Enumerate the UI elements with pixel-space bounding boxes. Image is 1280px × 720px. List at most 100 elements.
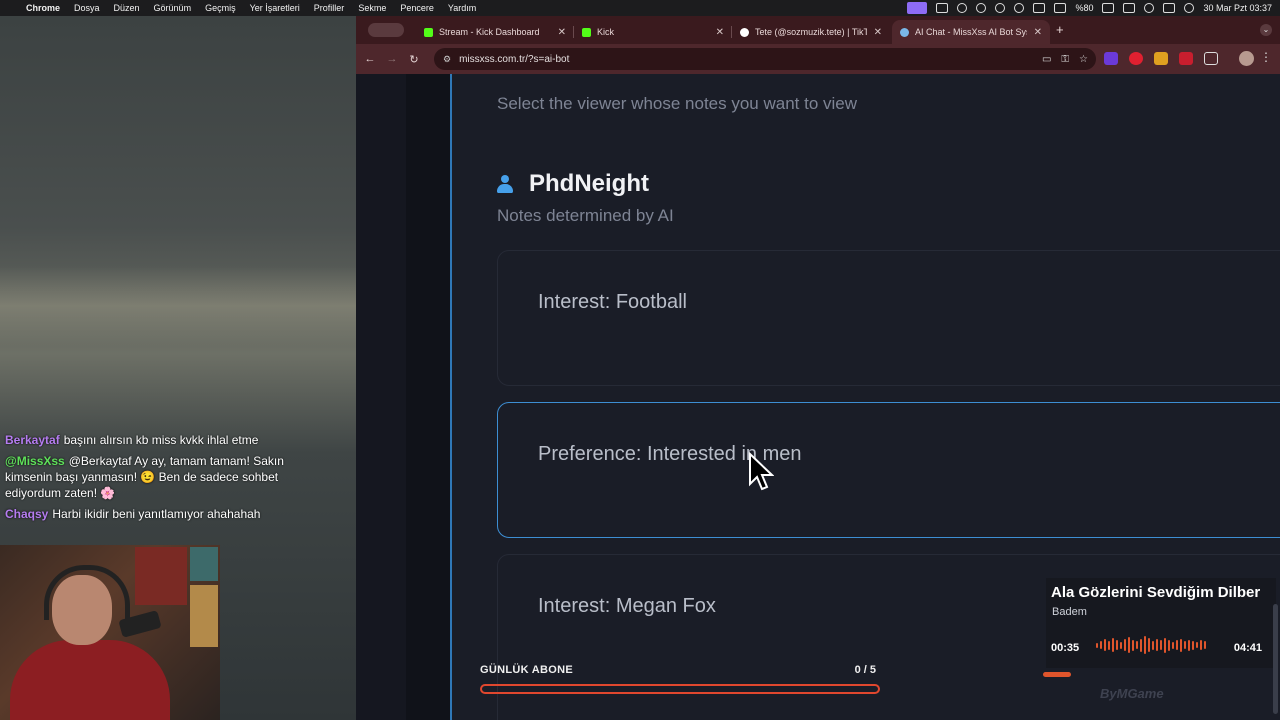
bluetooth-icon[interactable]: [1054, 3, 1067, 13]
menu-item-gecmis[interactable]: Geçmiş: [205, 3, 236, 13]
macos-menu-bar: Chrome Dosya Düzen Görünüm Geçmiş Yer İş…: [0, 0, 1280, 16]
password-key-icon[interactable]: ⚿: [1061, 54, 1069, 65]
mouse-cursor-icon: [749, 452, 774, 491]
profile-avatar[interactable]: [1239, 51, 1254, 66]
waveform-bar: [1176, 640, 1178, 650]
menu-item-sekme[interactable]: Sekme: [358, 3, 386, 13]
kick-favicon-icon: [582, 27, 591, 37]
more-menu-icon[interactable]: ⋮: [1260, 50, 1272, 64]
bookmark-star-icon[interactable]: ☆: [1079, 54, 1088, 65]
menubar-clock[interactable]: 30 Mar Pzt 03:37: [1203, 3, 1272, 13]
wall-poster: [135, 547, 187, 605]
note-text: Interest: Megan Fox: [538, 595, 716, 617]
forward-icon[interactable]: →: [384, 53, 400, 65]
siri-icon[interactable]: [1184, 3, 1195, 13]
waveform-bar: [1196, 642, 1198, 648]
battery-percent: %80: [1075, 3, 1094, 13]
waveform-bar: [1136, 641, 1138, 649]
waveform-bar: [1108, 640, 1110, 650]
menu-item-gorunum[interactable]: Görünüm: [154, 3, 192, 13]
tab-kick-dashboard[interactable]: Stream - Kick Dashboard ✕: [416, 20, 574, 44]
daily-sub-goal: GÜNLÜK ABONE 0 / 5: [480, 664, 880, 694]
spotlight-icon[interactable]: [1144, 3, 1155, 13]
headset: [44, 565, 130, 620]
waveform-bar: [1188, 639, 1190, 651]
page-scrollbar[interactable]: [1273, 604, 1278, 714]
song-progress-bar: [1043, 672, 1071, 677]
menu-item-yer-isaretleri[interactable]: Yer İşaretleri: [250, 3, 300, 13]
tab-tiktok[interactable]: Tete (@sozmuzik.tete) | TikTo ✕: [732, 20, 890, 44]
tab-strip: Stream - Kick Dashboard ✕ Kick ✕ Tete (@…: [356, 16, 1280, 44]
reload-icon[interactable]: ↻: [406, 53, 422, 66]
user-icon: [497, 175, 513, 193]
close-icon[interactable]: ✕: [1034, 27, 1042, 38]
menu-item-yardim[interactable]: Yardım: [448, 3, 476, 13]
control-center-icon[interactable]: [1163, 3, 1176, 13]
waveform-bar: [1100, 641, 1102, 649]
site-favicon-icon: [900, 27, 909, 37]
site-info-icon[interactable]: ⚙: [443, 54, 451, 65]
chat-username: Berkaytaf: [5, 433, 60, 447]
install-app-icon[interactable]: ▭: [1042, 54, 1051, 65]
new-tab-icon[interactable]: +: [1056, 22, 1064, 37]
waveform-bar: [1184, 641, 1186, 649]
volume-icon[interactable]: [1033, 3, 1046, 13]
back-icon[interactable]: ←: [362, 53, 378, 65]
wifi-icon[interactable]: [1123, 3, 1136, 13]
close-icon[interactable]: ✕: [558, 27, 566, 38]
extension-lips-icon[interactable]: [1179, 52, 1193, 65]
address-bar[interactable]: ⚙ missxss.com.tr/?s=ai-bot ▭ ⚿ ☆: [434, 48, 1096, 70]
chat-message: Berkaytaf başını alırsın kb miss kvkk ihl…: [5, 432, 285, 448]
record-icon[interactable]: [976, 3, 987, 13]
extensions-puzzle-icon[interactable]: [1204, 52, 1218, 65]
waveform-bar: [1160, 640, 1162, 650]
waveform-bar: [1104, 639, 1106, 651]
now-playing-widget: Ala Gözlerini Sevdiğim Dilber Badem 00:3…: [1046, 578, 1276, 668]
close-icon[interactable]: ✕: [874, 27, 882, 38]
tab-group-chip[interactable]: [368, 23, 404, 37]
note-card[interactable]: Interest: Football: [497, 250, 1280, 386]
close-icon[interactable]: ✕: [716, 27, 724, 38]
waveform-bar: [1148, 638, 1150, 652]
note-card-selected[interactable]: Preference: Interested in men: [497, 402, 1280, 538]
browser-toolbar: ← → ↻ ⚙ missxss.com.tr/?s=ai-bot ▭ ⚿ ☆ ⋮: [356, 44, 1280, 74]
tab-label: AI Chat - MissXss AI Bot Syst: [915, 27, 1027, 37]
status-icon-b[interactable]: [957, 3, 968, 13]
stream-chat-overlay: Berkaytaf başını alırsın kb miss kvkk ihl…: [5, 432, 285, 527]
menu-item-dosya[interactable]: Dosya: [74, 3, 100, 13]
song-artist: Badem: [1052, 606, 1087, 618]
song-title: Ala Gözlerini Sevdiğim Dilber: [1051, 584, 1261, 601]
kick-favicon-icon: [424, 27, 433, 37]
menu-item-profiller[interactable]: Profiller: [314, 3, 345, 13]
waveform-bar: [1128, 637, 1130, 653]
menu-item-pencere[interactable]: Pencere: [400, 3, 434, 13]
tab-ai-chat[interactable]: AI Chat - MissXss AI Bot Syst ✕: [892, 20, 1050, 44]
watermark-logo: ByMGame: [1100, 686, 1164, 701]
chat-username: @MissXss: [5, 454, 65, 468]
menu-app-name[interactable]: Chrome: [26, 3, 60, 13]
extension-twitch-icon[interactable]: [1104, 52, 1118, 65]
audio-waveform: [1096, 634, 1216, 656]
status-icon-a[interactable]: [936, 3, 949, 13]
tab-search-icon[interactable]: ⌄: [1260, 24, 1272, 36]
menu-item-duzen[interactable]: Düzen: [114, 3, 140, 13]
chat-message: @MissXss @Berkaytaf Ay ay, tamam tamam! S…: [5, 453, 285, 501]
play-icon[interactable]: [995, 3, 1006, 13]
waveform-bar: [1168, 639, 1170, 651]
url-text[interactable]: missxss.com.tr/?s=ai-bot: [459, 54, 569, 65]
waveform-bar: [1180, 638, 1182, 652]
waveform-bar: [1132, 639, 1134, 651]
extensions-area: [1104, 52, 1218, 65]
extension-yellow-icon[interactable]: [1154, 52, 1168, 65]
screen-share-icon[interactable]: [907, 2, 928, 14]
tab-kick[interactable]: Kick ✕: [574, 20, 732, 44]
waveform-bar: [1156, 639, 1158, 651]
tab-label: Stream - Kick Dashboard: [439, 27, 540, 37]
waveform-bar: [1172, 641, 1174, 649]
status-icon-c[interactable]: [1014, 3, 1025, 13]
notes-subtitle: Notes determined by AI: [497, 206, 674, 225]
chat-text: Harbi ikidir beni yanıtlamıyor ahahahah: [52, 507, 261, 521]
extension-red-icon[interactable]: [1129, 52, 1143, 65]
waveform-bar: [1096, 642, 1098, 648]
battery-icon[interactable]: [1102, 3, 1115, 13]
